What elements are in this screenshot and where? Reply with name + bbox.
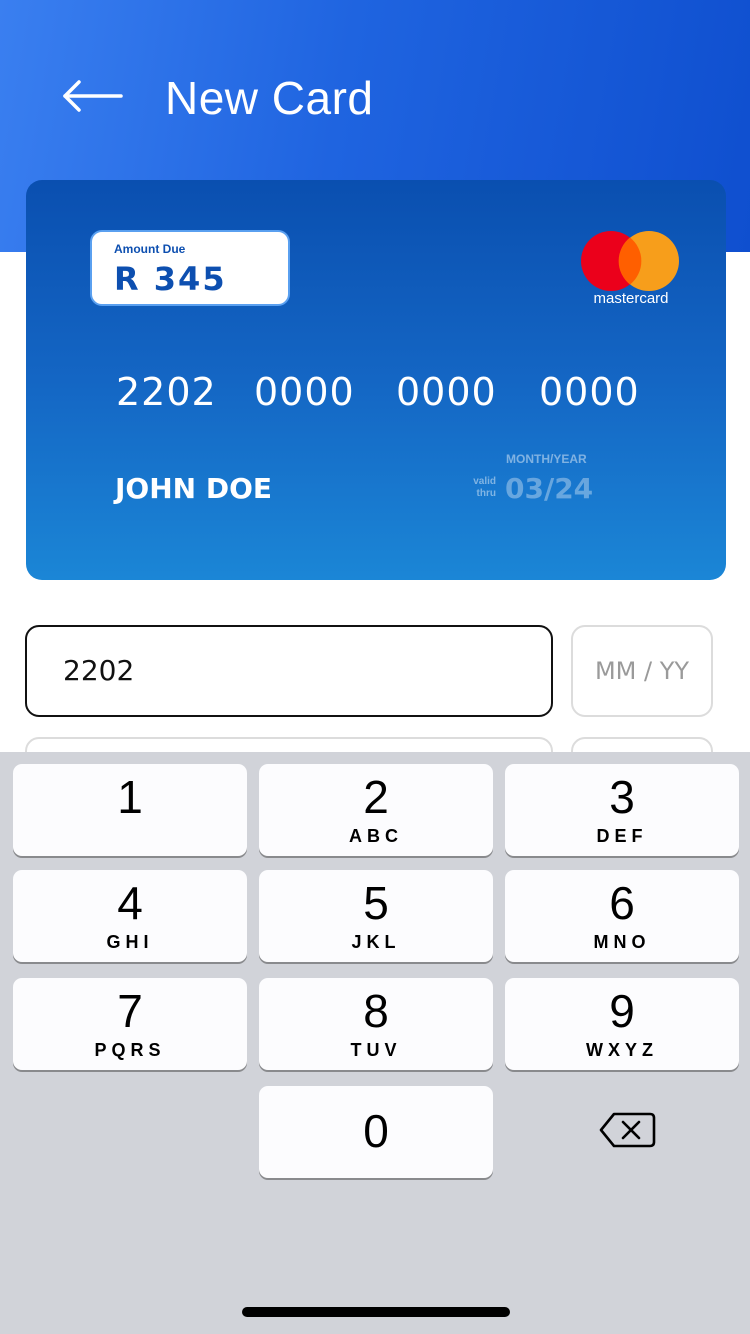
month-year-label: MONTH/YEAR (506, 452, 587, 466)
mastercard-wordmark: mastercard (593, 290, 669, 307)
home-indicator (242, 1307, 510, 1317)
expiry-input[interactable]: MM / YY (571, 625, 713, 717)
amount-due-value: R 345 (114, 260, 227, 298)
key-6[interactable]: 6 MNO (505, 870, 739, 962)
key-4[interactable]: 4 GHI (13, 870, 247, 962)
mastercard-logo: mastercard (578, 228, 684, 312)
backspace-icon (599, 1112, 656, 1148)
arrow-left-icon (63, 80, 123, 112)
back-button[interactable] (58, 66, 126, 126)
key-digit: 1 (117, 771, 143, 823)
key-letters: WXYZ (586, 1040, 658, 1060)
key-digit: 0 (363, 1105, 389, 1157)
key-digit: 5 (363, 877, 389, 929)
key-0[interactable]: 0 (259, 1086, 493, 1178)
amount-due-box: Amount Due R 345 (90, 230, 290, 306)
card-number-group: 0000 (396, 370, 497, 414)
key-8[interactable]: 8 TUV (259, 978, 493, 1070)
card-number-input[interactable]: 2202 (25, 625, 553, 717)
valid-thru-label: valid thru (464, 476, 496, 500)
key-1[interactable]: 1 (13, 764, 247, 856)
key-9[interactable]: 9 WXYZ (505, 978, 739, 1070)
page-title: New Card (165, 72, 374, 124)
delete-key[interactable] (598, 1110, 658, 1150)
credit-card-preview: Amount Due R 345 mastercard 2202 0000 00… (26, 180, 726, 580)
key-letters: TUV (350, 1040, 402, 1060)
key-5[interactable]: 5 JKL (259, 870, 493, 962)
key-letters: ABC (349, 826, 403, 846)
key-letters: DEF (596, 826, 648, 846)
card-number-group: 2202 (116, 370, 217, 414)
key-digit: 9 (609, 985, 635, 1037)
mastercard-icon (581, 231, 679, 291)
card-holder-name: JOHN DOE (115, 472, 273, 505)
card-number-group: 0000 (539, 370, 640, 414)
key-digit: 7 (117, 985, 143, 1037)
key-digit: 3 (609, 771, 635, 823)
key-7[interactable]: 7 PQRS (13, 978, 247, 1070)
key-letters: MNO (593, 932, 651, 952)
key-digit: 6 (609, 877, 635, 929)
key-digit: 2 (363, 771, 389, 823)
key-letters: GHI (106, 932, 154, 952)
key-digit: 4 (117, 877, 143, 929)
card-expiry: 03/24 (505, 472, 594, 505)
key-digit: 8 (363, 985, 389, 1037)
amount-due-label: Amount Due (114, 242, 186, 256)
key-letters: JKL (351, 932, 401, 952)
key-2[interactable]: 2 ABC (259, 764, 493, 856)
valid-label: valid (473, 476, 496, 487)
key-letters: PQRS (94, 1040, 166, 1060)
numeric-keyboard: 1 2 ABC 3 DEF 4 GHI 5 JKL 6 MNO 7 PQRS 8… (0, 752, 750, 1334)
thru-label: thru (476, 488, 496, 499)
key-3[interactable]: 3 DEF (505, 764, 739, 856)
card-number-group: 0000 (254, 370, 355, 414)
